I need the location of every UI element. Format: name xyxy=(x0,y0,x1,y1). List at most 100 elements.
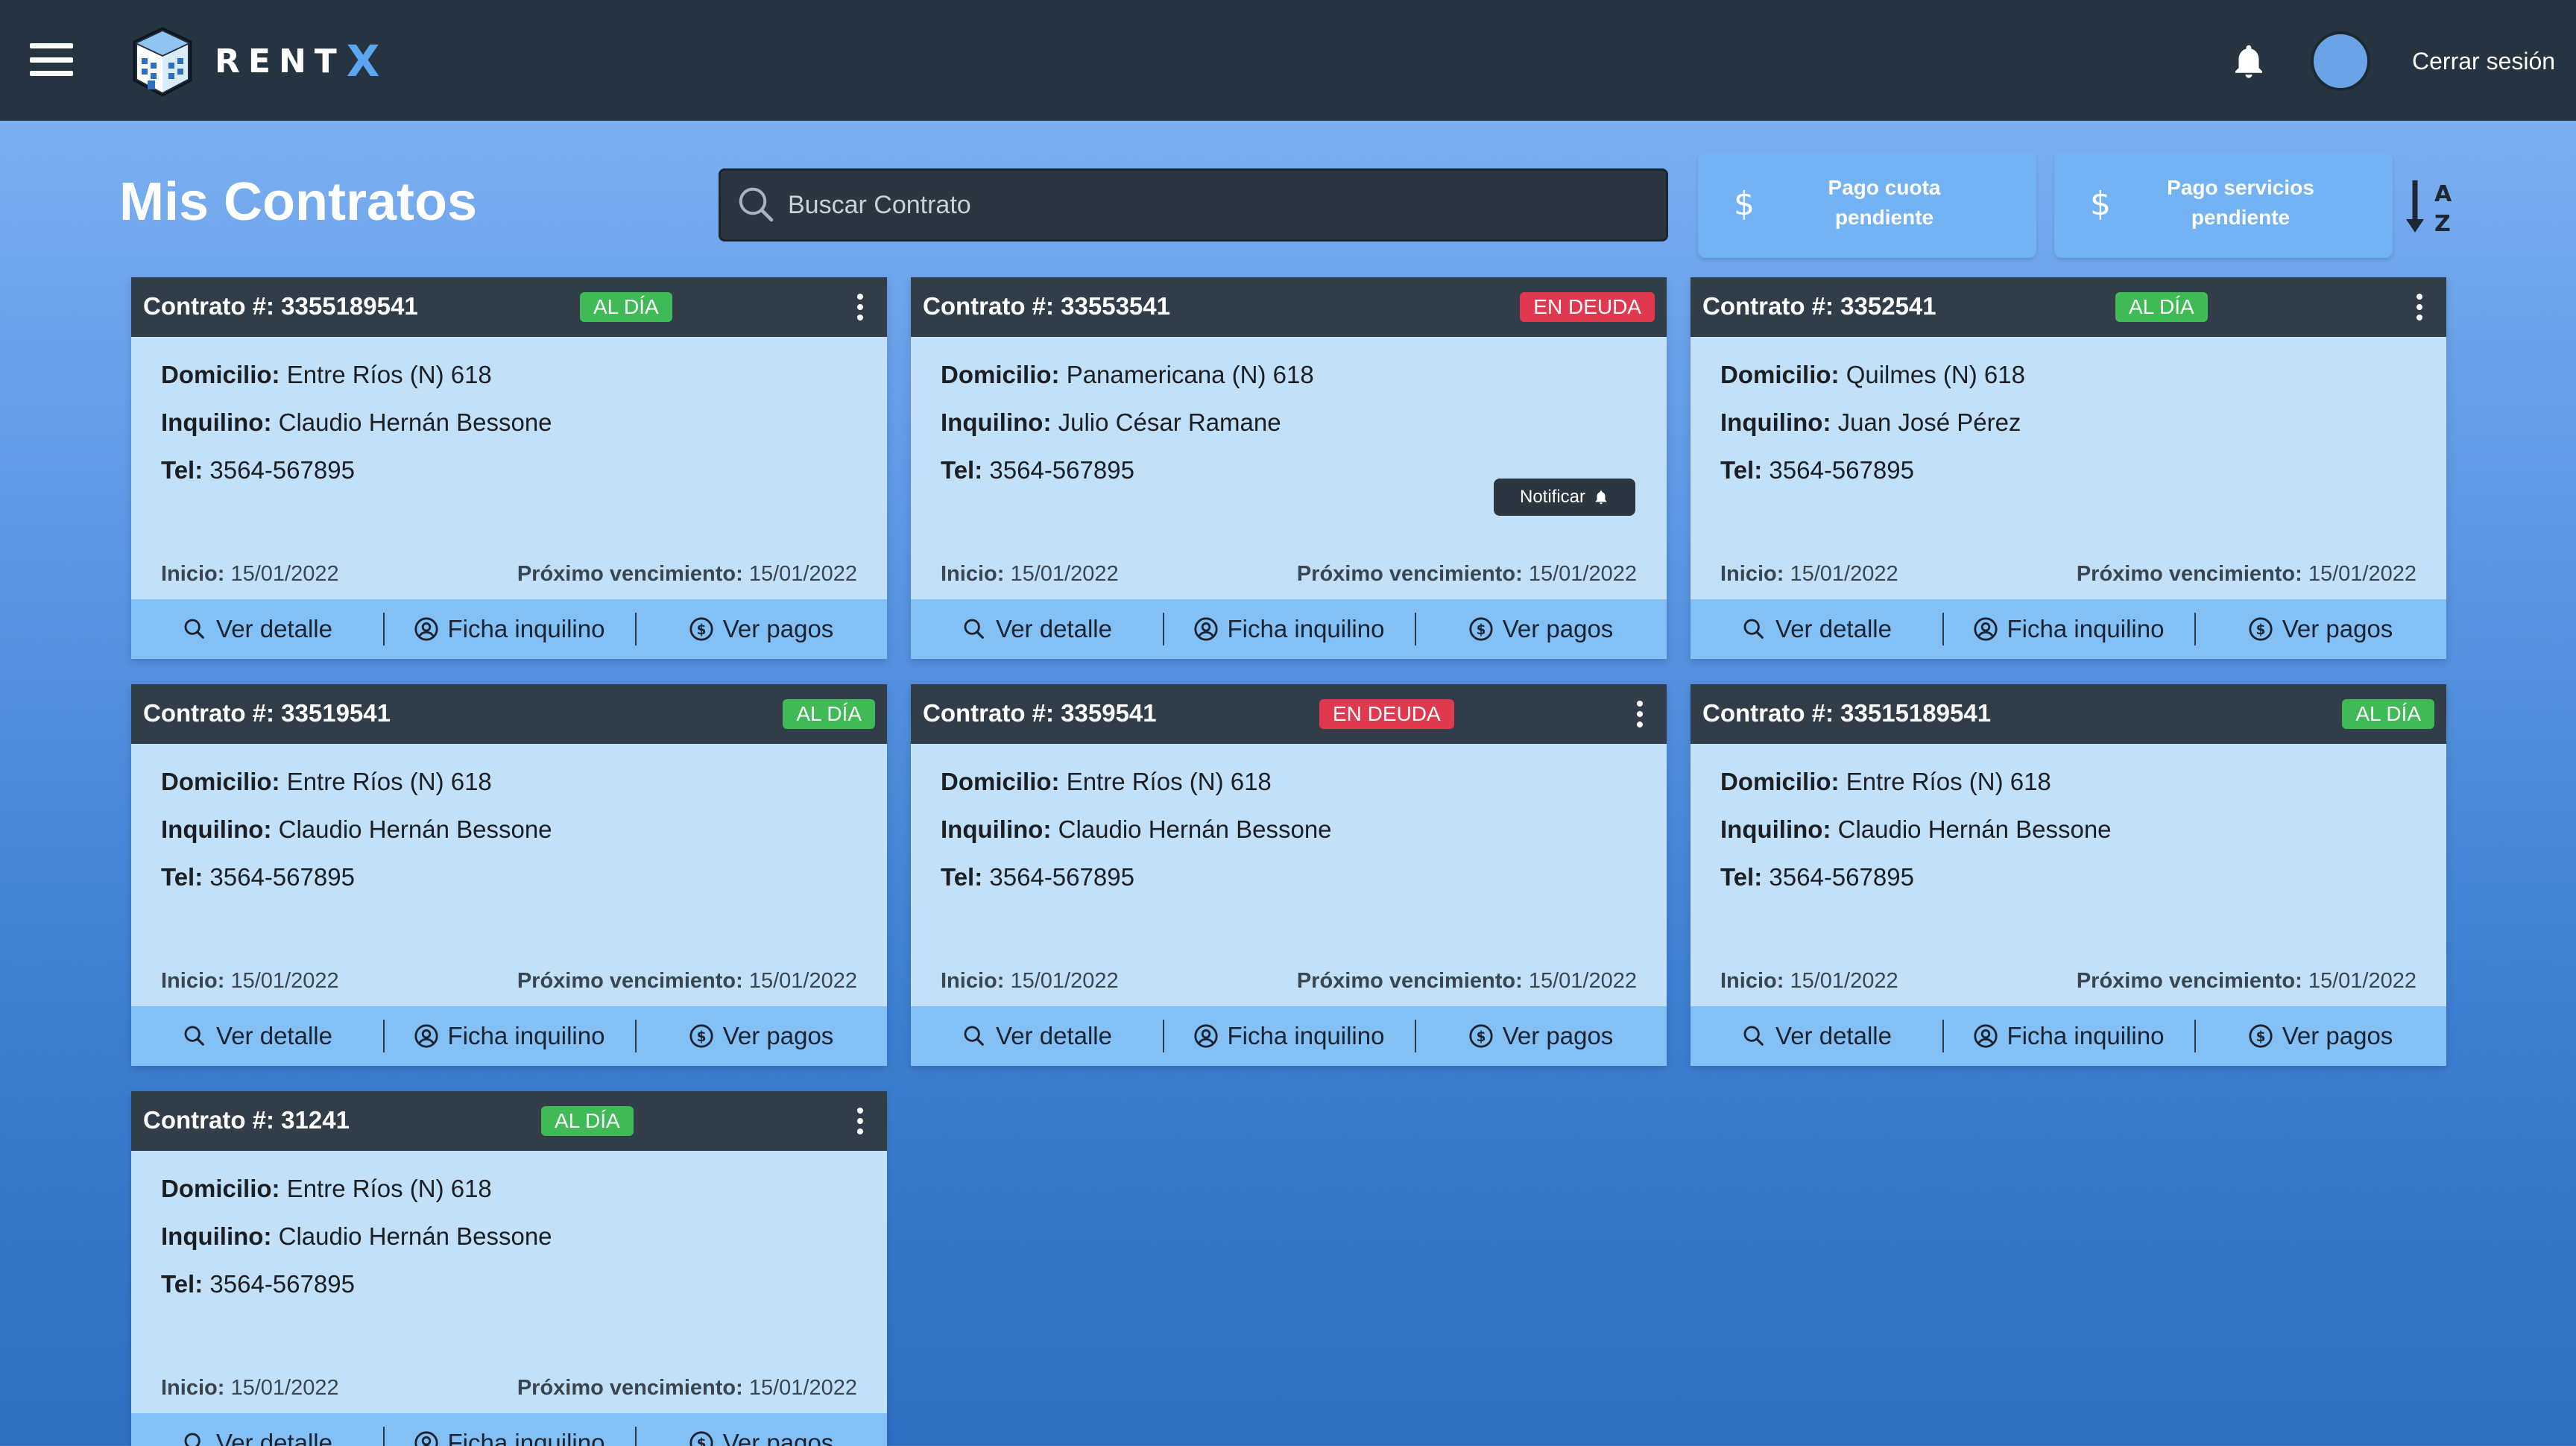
contract-number: Contrato #: 3359541 xyxy=(923,699,1157,727)
ver-detalle-button[interactable]: Ver detalle xyxy=(911,1006,1163,1066)
ficha-inquilino-button[interactable]: Ficha inquilino xyxy=(1942,1006,2194,1066)
bell-icon[interactable] xyxy=(2229,40,2269,82)
card-actions: Ver detalle Ficha inquilino $ Ver pagos xyxy=(911,1006,1667,1066)
avatar[interactable] xyxy=(2311,31,2370,91)
ver-detalle-button[interactable]: Ver detalle xyxy=(131,1413,383,1446)
card-header: Contrato #: 33519541 AL DÍA xyxy=(131,684,887,744)
inquilino-field: Inquilino: Claudio Hernán Bessone xyxy=(941,815,1332,843)
card-header: Contrato #: 3359541 EN DEUDA xyxy=(911,684,1667,744)
tel-field: Tel: 3564-567895 xyxy=(941,863,1134,891)
search-bar[interactable] xyxy=(719,168,1668,241)
contract-number: Contrato #: 3355189541 xyxy=(143,292,418,320)
contract-card: Contrato #: 3355189541 AL DÍA Domicilio: E… xyxy=(131,277,887,659)
ver-detalle-button[interactable]: Ver detalle xyxy=(911,599,1163,659)
user-circle-icon xyxy=(1193,617,1218,641)
inquilino-field: Inquilino: Claudio Hernán Bessone xyxy=(161,1222,552,1250)
vencimiento-field: Próximo vencimiento: 15/01/2022 xyxy=(2076,562,2416,586)
ver-detalle-button[interactable]: Ver detalle xyxy=(131,1006,383,1066)
ver-pagos-button[interactable]: $ Ver pagos xyxy=(2194,599,2446,659)
ficha-inquilino-button[interactable]: Ficha inquilino xyxy=(1942,599,2194,659)
ver-pagos-button[interactable]: $ Ver pagos xyxy=(635,599,887,659)
status-badge: AL DÍA xyxy=(580,292,672,322)
svg-text:$: $ xyxy=(2255,1029,2265,1045)
logout-button[interactable]: Cerrar sesión xyxy=(2412,45,2555,78)
more-options-icon[interactable] xyxy=(2415,294,2424,321)
ficha-inquilino-button[interactable]: Ficha inquilino xyxy=(383,1006,635,1066)
contract-card: Contrato #: 3352541 AL DÍA Domicilio: Quil… xyxy=(1690,277,2446,659)
inicio-field: Inicio: 15/01/2022 xyxy=(161,562,339,586)
inquilino-field: Inquilino: Julio César Ramane xyxy=(941,408,1281,436)
svg-text:$: $ xyxy=(696,1029,706,1045)
contract-card: Contrato #: 31241 AL DÍA Domicilio: Entre … xyxy=(131,1091,887,1446)
logo-x: X xyxy=(346,36,380,86)
more-options-icon[interactable] xyxy=(856,294,865,321)
dates-row: Inicio: 15/01/2022 Próximo vencimiento: 1… xyxy=(161,969,857,993)
ficha-inquilino-button[interactable]: Ficha inquilino xyxy=(383,599,635,659)
notificar-button[interactable]: Notificar xyxy=(1494,479,1635,516)
bell-icon xyxy=(1595,490,1607,505)
ver-pagos-button[interactable]: $ Ver pagos xyxy=(1415,1006,1667,1066)
vencimiento-field: Próximo vencimiento: 15/01/2022 xyxy=(517,562,857,586)
search-input[interactable] xyxy=(788,190,1608,220)
status-badge: EN DEUDA xyxy=(1319,699,1454,729)
ver-detalle-button[interactable]: Ver detalle xyxy=(131,599,383,659)
menu-icon[interactable] xyxy=(30,43,73,76)
more-options-icon[interactable] xyxy=(856,1108,865,1134)
contract-number: Contrato #: 33519541 xyxy=(143,699,391,727)
card-header: Contrato #: 31241 AL DÍA xyxy=(131,1091,887,1151)
contract-number: Contrato #: 3352541 xyxy=(1702,292,1936,320)
pago-cuota-pendiente-button[interactable]: $ Pago cuota pendiente xyxy=(1698,152,2036,258)
domicilio-field: Domicilio: Entre Ríos (N) 618 xyxy=(161,1175,492,1202)
coin-icon: $ xyxy=(2249,1024,2273,1048)
sort-alpha-icon[interactable]: A Z xyxy=(2405,176,2461,236)
search-icon xyxy=(184,619,204,639)
tel-field: Tel: 3564-567895 xyxy=(161,1270,355,1298)
search-icon xyxy=(964,1026,984,1046)
domicilio-field: Domicilio: Entre Ríos (N) 618 xyxy=(1720,768,2051,795)
svg-text:A: A xyxy=(2434,181,2452,207)
status-badge: AL DÍA xyxy=(541,1106,634,1136)
domicilio-field: Domicilio: Entre Ríos (N) 618 xyxy=(161,361,492,388)
tel-field: Tel: 3564-567895 xyxy=(161,456,355,484)
ver-pagos-button[interactable]: $ Ver pagos xyxy=(2194,1006,2446,1066)
coin-icon: $ xyxy=(689,1431,713,1446)
building-icon xyxy=(133,27,192,97)
pago-servicios-pendiente-button[interactable]: $ Pago servicios pendiente xyxy=(2054,152,2393,258)
ver-detalle-button[interactable]: Ver detalle xyxy=(1690,599,1942,659)
search-icon xyxy=(739,187,774,222)
ver-pagos-button[interactable]: $ Ver pagos xyxy=(635,1006,887,1066)
inquilino-field: Inquilino: Claudio Hernán Bessone xyxy=(161,408,552,436)
coin-icon: $ xyxy=(1469,617,1493,641)
svg-text:$: $ xyxy=(1476,1029,1486,1045)
inquilino-field: Inquilino: Claudio Hernán Bessone xyxy=(161,815,552,843)
dates-row: Inicio: 15/01/2022 Próximo vencimiento: 1… xyxy=(941,562,1637,586)
card-actions: Ver detalle Ficha inquilino $ Ver pagos xyxy=(131,1413,887,1446)
contract-card: Contrato #: 33515189541 AL DÍA Domicilio: … xyxy=(1690,684,2446,1066)
tel-field: Tel: 3564-567895 xyxy=(161,863,355,891)
app-logo-text: RENT X xyxy=(215,36,380,86)
more-options-icon[interactable] xyxy=(1635,701,1644,727)
search-icon xyxy=(184,1433,201,1446)
dollar-icon: $ xyxy=(2090,185,2111,223)
ficha-inquilino-button[interactable]: Ficha inquilino xyxy=(383,1413,635,1446)
svg-text:Z: Z xyxy=(2434,211,2451,236)
ver-pagos-button[interactable]: $ Ver pagos xyxy=(1415,599,1667,659)
inquilino-field: Inquilino: Juan José Pérez xyxy=(1720,408,2021,436)
ficha-inquilino-button[interactable]: Ficha inquilino xyxy=(1163,1006,1415,1066)
svg-text:$: $ xyxy=(2255,622,2265,638)
ver-pagos-button[interactable]: $ Ver pagos xyxy=(635,1413,887,1446)
ficha-inquilino-button[interactable]: Ficha inquilino xyxy=(1163,599,1415,659)
page-title: Mis Contratos xyxy=(119,172,478,232)
ver-detalle-button[interactable]: Ver detalle xyxy=(1690,1006,1942,1066)
svg-text:$: $ xyxy=(696,1436,706,1446)
vencimiento-field: Próximo vencimiento: 15/01/2022 xyxy=(2076,969,2416,993)
svg-text:$: $ xyxy=(1476,622,1486,638)
contract-card: Contrato #: 33553541 EN DEUDA Domicilio: P… xyxy=(911,277,1667,659)
search-icon xyxy=(1743,1026,1764,1046)
status-badge: AL DÍA xyxy=(2115,292,2208,322)
dates-row: Inicio: 15/01/2022 Próximo vencimiento: 1… xyxy=(941,969,1637,993)
search-icon xyxy=(964,619,984,639)
card-actions: Ver detalle Ficha inquilino $ Ver pagos xyxy=(1690,599,2446,659)
card-actions: Ver detalle Ficha inquilino $ Ver pagos xyxy=(911,599,1667,659)
dates-row: Inicio: 15/01/2022 Próximo vencimiento: 1… xyxy=(1720,969,2416,993)
